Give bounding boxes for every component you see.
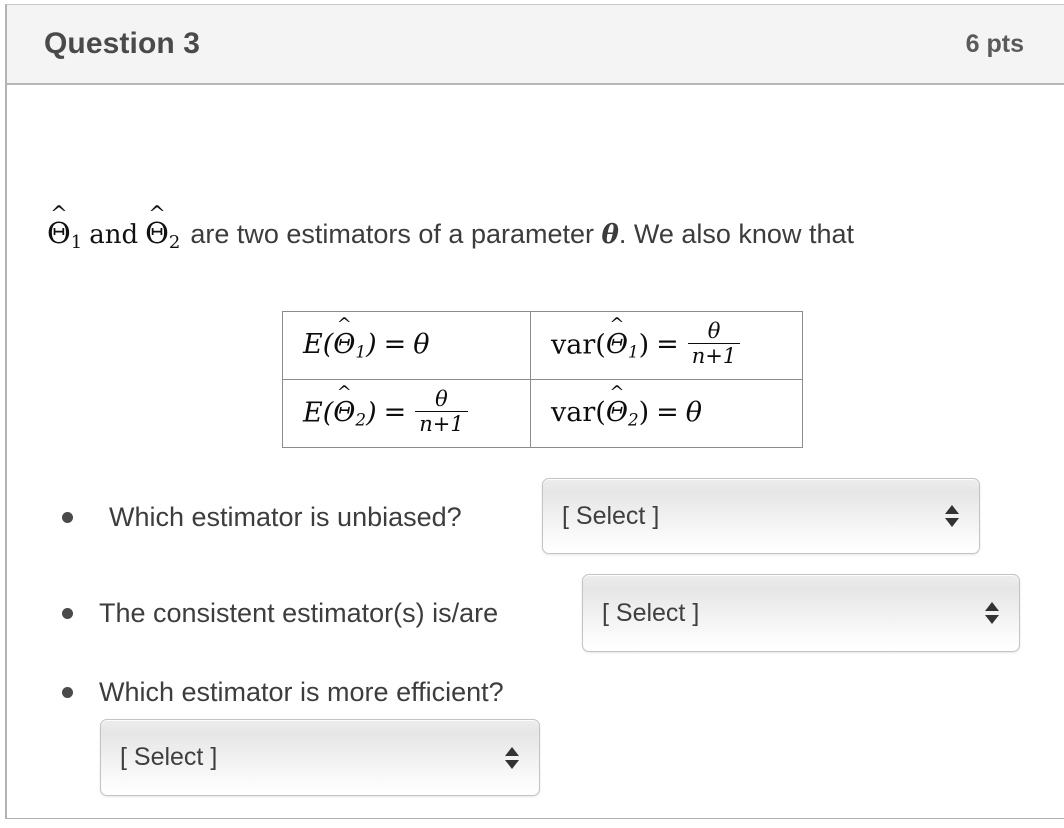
hat-accent-icon: ^: [148, 202, 166, 226]
cell-expected-value-2: E(^ Θ2) = θ n+1: [282, 379, 531, 448]
triangle-down-icon: [945, 518, 959, 527]
hat-accent-icon: ^: [609, 382, 625, 404]
triangle-down-icon: [505, 759, 519, 769]
function-name: E: [303, 329, 323, 361]
hat-accent-icon: ^: [336, 314, 352, 336]
triangle-up-icon: [985, 602, 999, 611]
argument-subscript: 2: [627, 409, 639, 430]
hat-accent-icon: ^: [609, 314, 625, 335]
cell-expected-value-1: E(^ Θ1) = θ: [282, 311, 531, 380]
select-efficient-estimator[interactable]: [ Select ]: [100, 719, 540, 796]
triangle-up-icon: [945, 505, 959, 514]
question-item-1: Which estimator is unbiased?: [62, 502, 462, 533]
select-unbiased-estimator[interactable]: [ Select ]: [542, 478, 980, 554]
argument-subscript: 1: [355, 341, 367, 362]
fraction-denominator: n+1: [419, 412, 464, 437]
select-efficient-estimator-value: [ Select ]: [120, 743, 218, 771]
table-row: E(^ Θ2) = θ n+1 var(^ Θ2) = θ: [282, 379, 803, 448]
fraction: θ n+1: [415, 386, 468, 437]
page-title: Question 3: [44, 27, 201, 60]
chevron-updown-icon[interactable]: [945, 505, 959, 527]
table-row: E(^ Θ1) = θ var(^ Θ1) = θ n+1: [282, 311, 803, 380]
triangle-down-icon: [985, 615, 999, 624]
function-name: var: [551, 329, 596, 360]
question-body: ^ Θ1 and ^ Θ2 are two estimators of a parame…: [7, 85, 1064, 818]
estimator-symbols: ^ Θ1 and ^ Θ2: [47, 204, 181, 254]
bullet-icon: [62, 608, 73, 619]
fraction-numerator: θ: [435, 386, 448, 411]
chevron-updown-icon[interactable]: [505, 746, 519, 769]
question-header: Question 3 6 pts: [7, 5, 1064, 85]
argument-subscript: 1: [627, 341, 639, 362]
prompt-text-tail: . We also know that: [618, 219, 854, 249]
select-consistent-estimator-value: [ Select ]: [602, 598, 700, 627]
question-item-2-label: The consistent estimator(s) is/are: [99, 598, 499, 628]
theta-subscript-2: 2: [168, 232, 181, 254]
estimator-properties-table: E(^ Θ1) = θ var(^ Θ1) = θ n+1 E(^ Θ2) = θ n+1 var(^…: [282, 311, 803, 448]
hat-accent-icon: ^: [50, 202, 68, 226]
right-hand-side: θ: [413, 329, 430, 361]
question-prompt: ^ Θ1 and ^ Θ2 are two estimators of a parame…: [47, 204, 854, 254]
question-item-3-label: Which estimator is more efficient?: [99, 677, 504, 707]
fraction-denominator: n+1: [691, 344, 737, 369]
chevron-updown-icon[interactable]: [985, 602, 999, 624]
conjunction-and: and: [89, 220, 139, 250]
select-consistent-estimator[interactable]: [ Select ]: [582, 574, 1020, 652]
parameter-theta-symbol: θ: [601, 220, 619, 250]
question-item-1-label: Which estimator is unbiased?: [109, 502, 462, 532]
question-item-2: The consistent estimator(s) is/are: [62, 598, 498, 629]
function-name: E: [303, 397, 323, 428]
equals-sign: =: [383, 329, 407, 361]
question-card: Question 3 6 pts ^ Θ1 and ^ Θ2 are two estim…: [5, 4, 1064, 819]
bullet-icon: [62, 687, 73, 698]
function-name: var: [551, 397, 596, 429]
points-badge: 6 pts: [965, 29, 1024, 58]
hat-accent-icon: ^: [336, 382, 352, 403]
equals-sign: =: [656, 397, 679, 429]
fraction: θ n+1: [687, 318, 741, 369]
right-hand-side: θ: [685, 397, 703, 429]
argument-subscript: 2: [355, 409, 367, 430]
select-unbiased-estimator-value: [ Select ]: [562, 501, 660, 530]
question-item-3: Which estimator is more efficient?: [62, 677, 504, 708]
cell-variance-1: var(^ Θ1) = θ n+1: [530, 311, 803, 380]
fraction-numerator: θ: [707, 318, 721, 343]
equals-sign: =: [383, 397, 407, 428]
equals-sign: =: [656, 329, 679, 360]
bullet-icon: [62, 512, 73, 523]
prompt-text-head: are two estimators of a parameter: [190, 219, 594, 249]
triangle-up-icon: [505, 746, 519, 756]
cell-variance-2: var(^ Θ2) = θ: [530, 379, 803, 448]
theta-subscript-1: 1: [70, 232, 83, 254]
prompt-text: are two estimators of a parameter θ. We …: [190, 219, 854, 250]
